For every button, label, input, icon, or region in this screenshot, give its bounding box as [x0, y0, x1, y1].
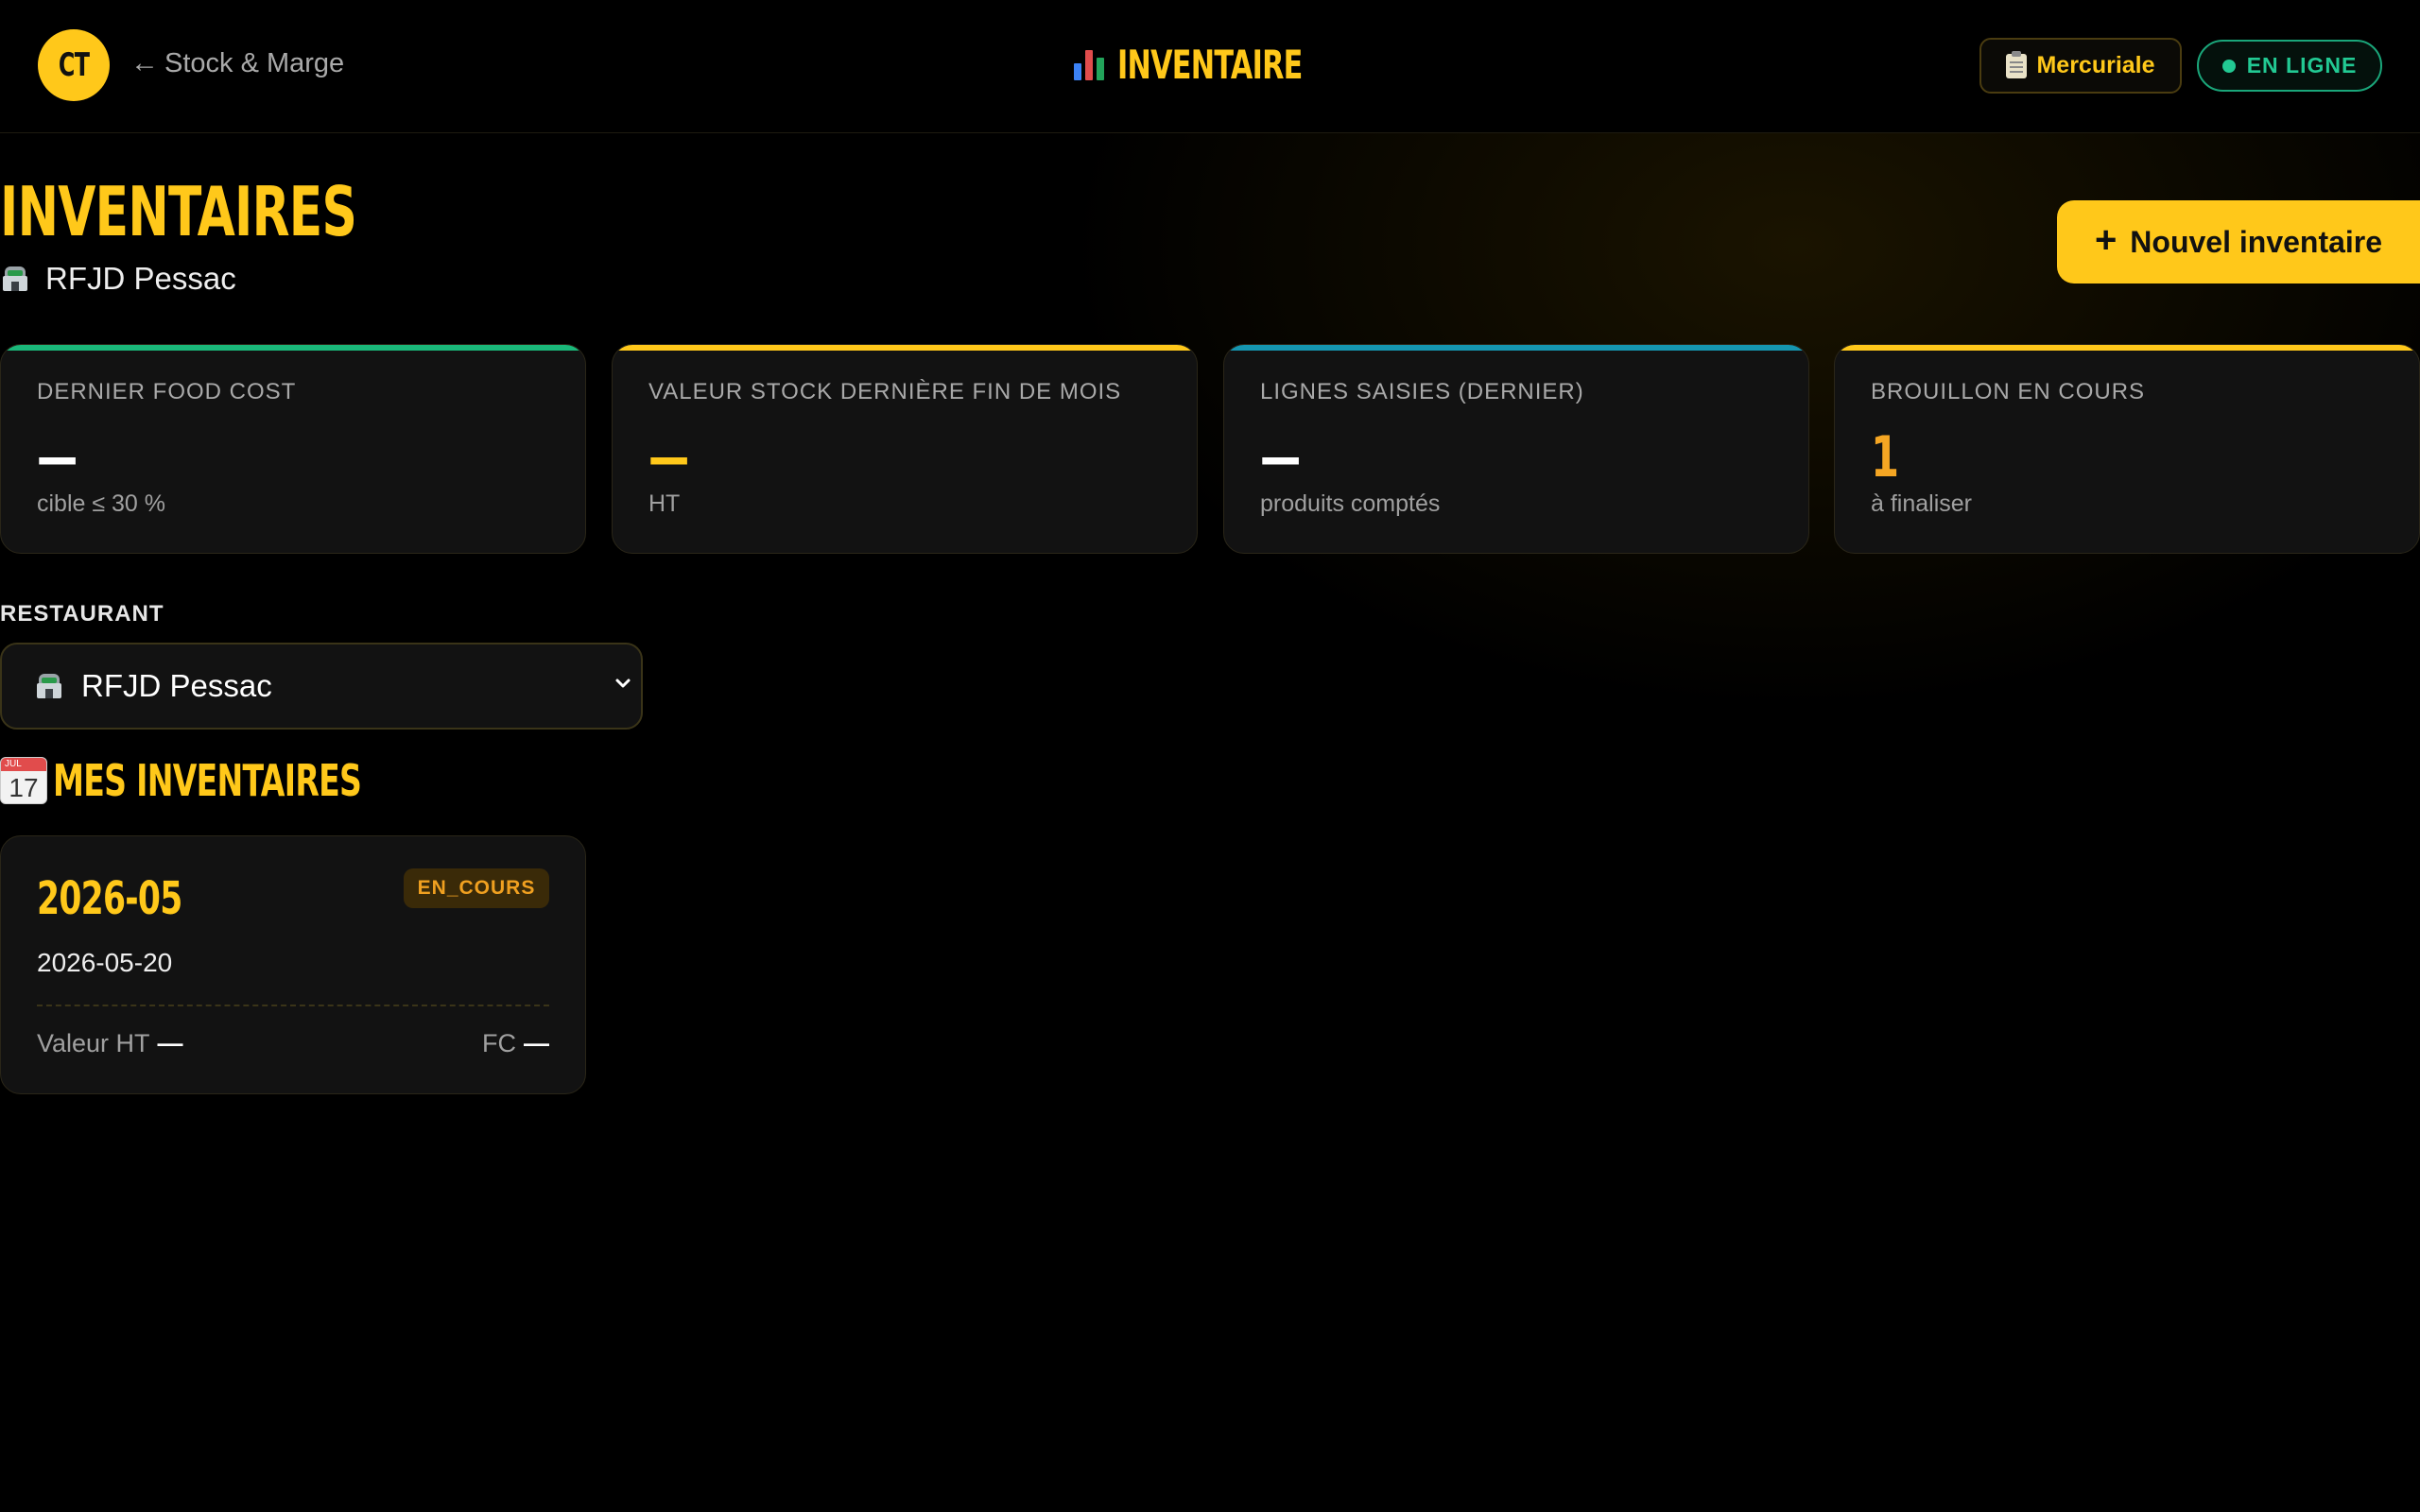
back-link[interactable]: ← Stock & Marge [130, 47, 344, 79]
inventory-value: Valeur HT — [37, 1029, 183, 1058]
mercuriale-button[interactable]: Mercuriale [1979, 38, 2182, 94]
inventory-food-cost: FC — [482, 1029, 549, 1058]
status-badge: EN_COURS [404, 868, 549, 908]
stat-value: — [37, 424, 78, 490]
top-bar: CT ← Stock & Marge INVENTAIRE Mercuriale… [0, 0, 2420, 133]
calendar-icon: JUL 17 [0, 757, 47, 804]
restaurant-select-value: RFJD Pessac [81, 668, 272, 703]
stat-card-lines-entered: LIGNES SAISIES (DERNIER) — produits comp… [1223, 344, 1809, 554]
stat-note: HT [648, 490, 681, 517]
new-inventory-button[interactable]: + Nouvel inventaire [2057, 200, 2420, 284]
new-inventory-label: Nouvel inventaire [2130, 224, 2383, 259]
page-subtitle: RFJD Pessac [0, 261, 236, 297]
header-title: INVENTAIRE [1072, 38, 1374, 91]
subtitle-text: RFJD Pessac [45, 261, 236, 296]
status-label: EN LIGNE [2246, 53, 2358, 77]
back-link-label: Stock & Marge [164, 47, 345, 78]
stat-card-stock-value: VALEUR STOCK DERNIÈRE FIN DE MOIS — HT [612, 344, 1198, 554]
clipboard-icon [2006, 50, 2028, 78]
restaurant-field-label: RESTAURANT [0, 601, 164, 627]
inventory-date: 2026-05-20 [37, 948, 173, 977]
status-dot-icon [2221, 59, 2236, 73]
stat-label: DERNIER FOOD COST [37, 379, 297, 404]
chevron-down-icon [615, 679, 631, 688]
restaurant-icon [34, 672, 64, 700]
stat-label: LIGNES SAISIES (DERNIER) [1260, 379, 1584, 404]
card-accent-bar [1835, 345, 2419, 351]
fc-label: FC [482, 1029, 516, 1057]
card-accent-bar [613, 345, 1197, 351]
value-label: Valeur HT [37, 1029, 150, 1057]
stat-value: — [1260, 424, 1301, 490]
stat-label: BROUILLON EN COURS [1871, 379, 2146, 404]
stat-label: VALEUR STOCK DERNIÈRE FIN DE MOIS [648, 379, 1122, 404]
restaurant-icon [0, 265, 30, 293]
stat-note: à finaliser [1871, 490, 1972, 517]
stat-note: produits comptés [1260, 490, 1441, 517]
mercuriale-label: Mercuriale [2036, 52, 2155, 78]
online-status-badge: EN LIGNE [2197, 40, 2382, 92]
inventory-card[interactable]: 2026-05 EN_COURS 2026-05-20 Valeur HT — … [0, 835, 586, 1094]
stat-value: — [648, 424, 689, 490]
logo-text: CT [58, 46, 90, 84]
stat-card-food-cost: DERNIER FOOD COST — cible ≤ 30 % [0, 344, 586, 554]
inventory-period: 2026-05 [37, 872, 182, 925]
stat-note: cible ≤ 30 % [37, 490, 166, 517]
plus-icon: + [2094, 219, 2118, 261]
restaurant-select[interactable]: RFJD Pessac [0, 643, 643, 730]
back-arrow-icon: ← [130, 47, 159, 78]
stat-card-draft: BROUILLON EN COURS 1 à finaliser [1834, 344, 2420, 554]
app-logo[interactable]: CT [38, 29, 110, 101]
card-accent-bar [1, 345, 585, 351]
card-accent-bar [1224, 345, 1808, 351]
value-amount: — [157, 1029, 183, 1057]
section-title: JUL 17 MES INVENTAIRES [0, 754, 481, 807]
divider [37, 1005, 549, 1006]
stat-value: 1 [1871, 424, 1899, 490]
header-title-text: INVENTAIRE [1117, 41, 1303, 88]
section-title-text: MES INVENTAIRES [53, 755, 362, 806]
page-title: INVENTAIRES [0, 172, 357, 251]
fc-amount: — [524, 1029, 549, 1057]
bar-chart-icon [1072, 46, 1108, 82]
